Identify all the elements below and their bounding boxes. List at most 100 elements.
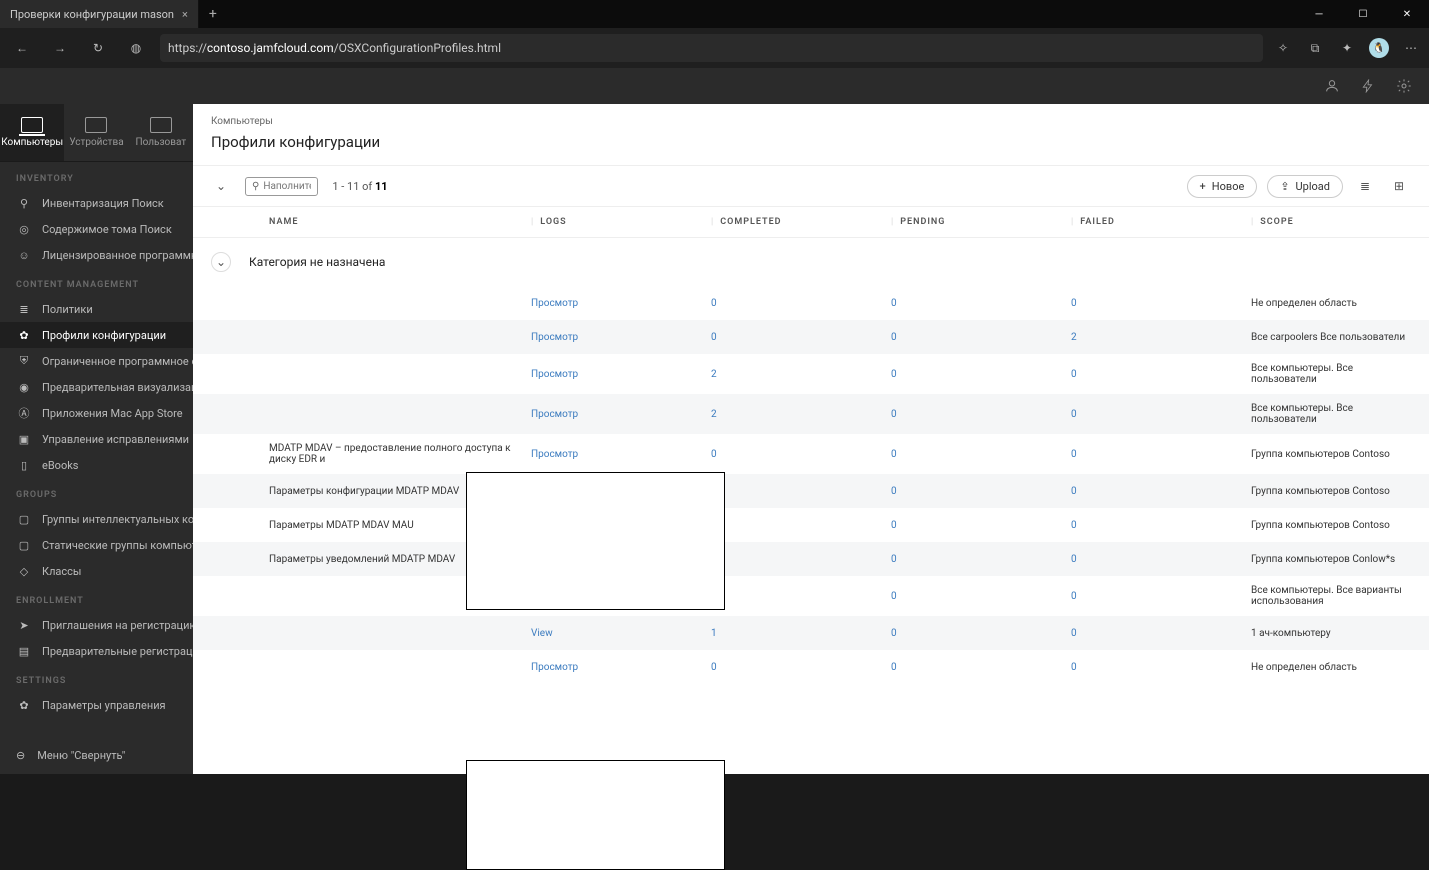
sidebar-item-management-settings[interactable]: ✿Параметры управления — [0, 692, 193, 718]
upload-button[interactable]: ⇪Upload — [1267, 175, 1343, 198]
th-failed[interactable]: FAILED — [1080, 217, 1115, 227]
completed-link[interactable]: 2 — [711, 409, 717, 420]
pending-link[interactable]: 0 — [891, 409, 897, 420]
sidebar-item-policies[interactable]: ≣Политики — [0, 296, 193, 322]
failed-link[interactable]: 0 — [1071, 486, 1077, 497]
failed-link[interactable]: 0 — [1071, 369, 1077, 380]
completed-link[interactable]: 1 — [711, 628, 717, 639]
logs-link[interactable]: Просмотр — [531, 298, 578, 309]
pending-link[interactable]: 0 — [891, 449, 897, 460]
maximize-icon[interactable]: ☐ — [1341, 0, 1385, 28]
table-row[interactable]: Просмотр200Все компьютеры. Все варианты … — [193, 576, 1429, 616]
logs-link[interactable]: View — [531, 628, 553, 639]
failed-link[interactable]: 0 — [1071, 628, 1077, 639]
table-row[interactable]: View1001 ач-компьютеру — [193, 616, 1429, 650]
sidebar-item-smart-groups[interactable]: ▢Группы интеллектуальных компьютеро — [0, 506, 193, 532]
minimize-icon[interactable]: ─ — [1297, 0, 1341, 28]
logs-link[interactable]: Просмотр — [531, 409, 578, 420]
pending-link[interactable]: 0 — [891, 520, 897, 531]
pending-link[interactable]: 0 — [891, 662, 897, 673]
th-pending[interactable]: PENDING — [900, 217, 945, 227]
logs-link[interactable]: Просмотр — [531, 332, 578, 343]
table-row[interactable]: Просмотр000Не определен область — [193, 650, 1429, 684]
favorite-icon[interactable]: ✧ — [1273, 38, 1293, 58]
pending-link[interactable]: 0 — [891, 298, 897, 309]
sidebar-tab-computers[interactable]: Компьютеры — [0, 104, 64, 161]
failed-link[interactable]: 0 — [1071, 520, 1077, 531]
breadcrumb[interactable]: Компьютеры — [193, 104, 1429, 127]
th-completed[interactable]: COMPLETED — [720, 217, 781, 227]
collapse-all-button[interactable]: ⌄ — [211, 176, 231, 196]
forward-icon[interactable]: → — [46, 34, 74, 62]
sidebar-item-prestage-imaging[interactable]: ◉Предварительная визуализация — [0, 374, 193, 400]
sidebar-item-invitations[interactable]: ➤Приглашения на регистрацию — [0, 612, 193, 638]
refresh-icon[interactable]: ↻ — [84, 34, 112, 62]
sidebar-tab-devices[interactable]: Устройства — [64, 104, 128, 161]
completed-link[interactable]: 0 — [711, 662, 717, 673]
extensions-icon[interactable]: ✦ — [1337, 38, 1357, 58]
sidebar-item-patch-management[interactable]: ▣Управление исправлениями — [0, 426, 193, 452]
logs-link[interactable]: Просмотр — [531, 449, 578, 460]
pending-link[interactable]: 0 — [891, 486, 897, 497]
sidebar-item-restricted-software[interactable]: ⛨Ограниченное программное обесп — [0, 348, 193, 374]
table-row[interactable]: Просмотр000Не определен область — [193, 286, 1429, 320]
table-row[interactable]: Параметры уведомлений MDATP MDAVПросмотр… — [193, 542, 1429, 576]
gear-icon[interactable] — [1395, 77, 1413, 95]
new-button[interactable]: +Новое — [1187, 175, 1258, 198]
table-row[interactable]: MDATP MDAV – предоставление полного дост… — [193, 434, 1429, 474]
failed-link[interactable]: 0 — [1071, 554, 1077, 565]
pending-link[interactable]: 0 — [891, 591, 897, 602]
collapse-menu-button[interactable]: ⊖ Меню "Свернуть" — [16, 749, 125, 762]
list-view-icon[interactable]: ≣ — [1353, 174, 1377, 198]
table-row[interactable]: Просмотр200Все компьютеры. Все пользоват… — [193, 394, 1429, 434]
failed-link[interactable]: 0 — [1071, 298, 1077, 309]
sidebar-item-volume-search[interactable]: ◎Содержимое тома Поиск — [0, 216, 193, 242]
failed-link[interactable]: 0 — [1071, 591, 1077, 602]
sidebar-item-inventory-search[interactable]: ⚲Инвентаризация Поиск — [0, 190, 193, 216]
table-row[interactable]: Параметры конфигурации MDATP MDAVПросмот… — [193, 474, 1429, 508]
pending-link[interactable]: 0 — [891, 554, 897, 565]
collections-icon[interactable]: ⧉ — [1305, 38, 1325, 58]
th-name[interactable]: NAME — [211, 217, 531, 227]
pending-link[interactable]: 0 — [891, 369, 897, 380]
sidebar-item-classes[interactable]: ◇Классы — [0, 558, 193, 584]
completed-link[interactable]: 0 — [711, 449, 717, 460]
pending-link[interactable]: 0 — [891, 332, 897, 343]
chevron-down-icon[interactable]: ⌄ — [211, 252, 231, 272]
sidebar-item-prestage-enrollments[interactable]: ▤Предварительные регистрации — [0, 638, 193, 664]
sidebar-item-static-groups[interactable]: ▢Статические группы компьютеров — [0, 532, 193, 558]
completed-link[interactable]: 0 — [711, 332, 717, 343]
table-row[interactable]: Просмотр200Все компьютеры. Все пользоват… — [193, 354, 1429, 394]
sidebar-tab-users[interactable]: Пользоват — [129, 104, 193, 161]
failed-link[interactable]: 2 — [1071, 332, 1077, 343]
grid-view-icon[interactable]: ⊞ — [1387, 174, 1411, 198]
failed-link[interactable]: 0 — [1071, 409, 1077, 420]
sidebar-item-app-store[interactable]: ⒶПриложения Mac App Store — [0, 400, 193, 426]
logs-link[interactable]: Просмотр — [531, 662, 578, 673]
logs-link[interactable]: Просмотр — [531, 369, 578, 380]
th-scope[interactable]: SCOPE — [1260, 217, 1293, 227]
browser-tab[interactable]: Проверки конфигурации mason × — [0, 0, 199, 28]
more-icon[interactable]: ⋯ — [1401, 38, 1421, 58]
pending-link[interactable]: 0 — [891, 628, 897, 639]
table-row[interactable]: Просмотр002Все carpoolers Все пользовате… — [193, 320, 1429, 354]
failed-link[interactable]: 0 — [1071, 449, 1077, 460]
completed-link[interactable]: 0 — [711, 298, 717, 309]
user-icon[interactable] — [1323, 77, 1341, 95]
new-tab-button[interactable]: + — [199, 6, 227, 22]
back-icon[interactable]: ← — [8, 34, 36, 62]
url-bar[interactable]: https://contoso.jamfcloud.com/OSXConfigu… — [160, 34, 1263, 62]
sidebar-item-ebooks[interactable]: ▯eBooks — [0, 452, 193, 478]
th-logs[interactable]: LOGS — [540, 217, 566, 227]
sidebar-item-config-profiles[interactable]: ✿Профили конфигурации — [0, 322, 193, 348]
sidebar-item-licensed-software[interactable]: ☺Лицензированное программное об — [0, 242, 193, 268]
failed-link[interactable]: 0 — [1071, 662, 1077, 673]
close-window-icon[interactable]: ✕ — [1385, 0, 1429, 28]
bolt-icon[interactable] — [1359, 77, 1377, 95]
search-field[interactable] — [263, 181, 311, 192]
avatar[interactable]: 🐧 — [1369, 38, 1389, 58]
search-input[interactable]: ⚲ — [245, 177, 318, 196]
close-icon[interactable]: × — [182, 8, 188, 21]
table-row[interactable]: Параметры MDATP MDAV MAUПросмотр000Групп… — [193, 508, 1429, 542]
completed-link[interactable]: 2 — [711, 369, 717, 380]
